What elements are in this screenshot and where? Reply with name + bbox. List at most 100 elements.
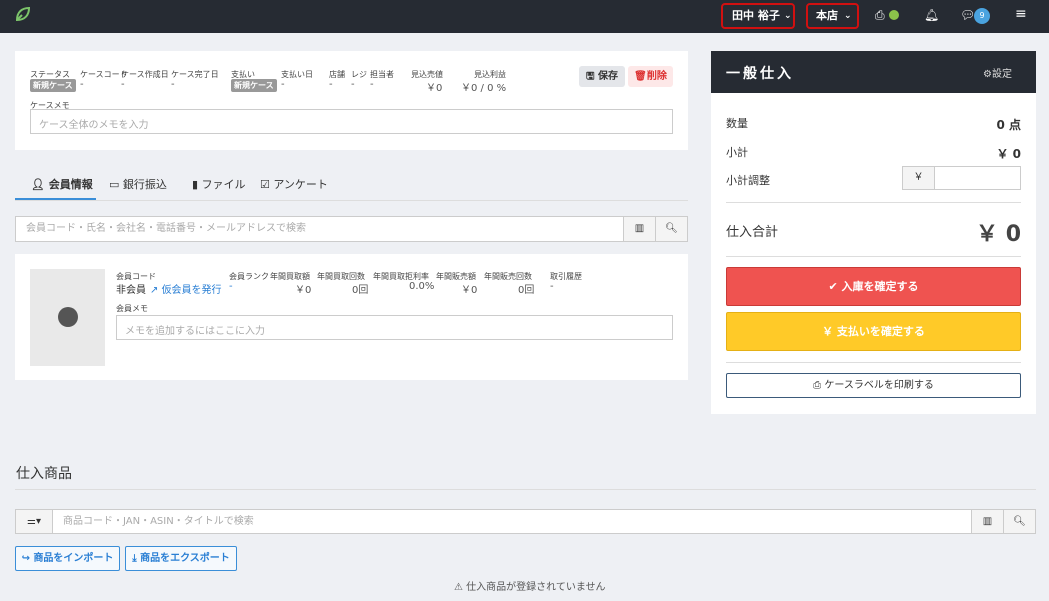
checkbox-icon: ☑: [260, 178, 274, 191]
member-memo-label: 会員メモ: [116, 304, 148, 313]
download-icon: ⤓: [132, 553, 141, 564]
register-value: -: [351, 79, 355, 90]
top-bar: 田中 裕子 ⌄ 本店 ⌄ ⎙ 🔔︎ 💬︎ 9 ≡: [0, 0, 1049, 33]
purchase-panel-header: 一般仕入 ⚙設定: [711, 51, 1036, 93]
settings-button[interactable]: ⚙設定: [983, 65, 1012, 80]
case-created-value: -: [121, 79, 125, 90]
case-created-label: ケース作成日: [121, 70, 169, 79]
save-button[interactable]: 🖫︎ 保存: [579, 66, 625, 87]
store-menu-button[interactable]: 本店 ⌄: [806, 3, 859, 29]
barcode-icon: ▥: [982, 516, 993, 527]
products-heading: 仕入商品: [16, 466, 72, 482]
import-label: 商品をインポート: [33, 553, 114, 564]
tab-member-info[interactable]: 👤︎ 会員情報: [31, 176, 93, 192]
member-search-input[interactable]: 会員コード・氏名・会社名・電話番号・メールアドレスで検索: [15, 216, 624, 242]
subtotal-value: ￥ 0: [996, 147, 1021, 161]
gear-icon: ⚙: [983, 69, 992, 80]
barcode-button[interactable]: ▥: [623, 216, 656, 242]
delete-label: 削除: [646, 71, 667, 82]
est-sales-value: ￥0: [426, 83, 443, 94]
payment-date-label: 支払い日: [281, 70, 313, 79]
tab-survey[interactable]: ☑ アンケート: [260, 176, 328, 192]
annual-sales-count-value: 0回: [518, 285, 535, 296]
tab-bank-transfer[interactable]: ▭ 銀行振込: [109, 176, 167, 192]
member-search-button[interactable]: 🔍︎: [655, 216, 688, 242]
printer-icon: ⎙: [813, 380, 825, 391]
app-logo-icon[interactable]: [14, 6, 31, 23]
save-label: 保存: [598, 71, 618, 82]
check-icon: ✔: [828, 280, 842, 293]
temp-member-link-label: 仮会員を発行: [161, 285, 222, 296]
annual-buy-count-value: 0回: [352, 285, 369, 296]
tab-label: ファイル: [201, 178, 246, 191]
filter-dropdown-button[interactable]: ⚌▾: [15, 509, 53, 534]
chat-icon[interactable]: 💬︎: [960, 8, 975, 22]
subtotal-adjust-input[interactable]: [934, 166, 1021, 190]
trash-icon: 🗑︎: [634, 71, 647, 82]
history-value: -: [550, 281, 554, 292]
chevron-down-icon: ⌄: [844, 11, 852, 21]
empty-products-message: ⚠ 仕入商品が登録されていません: [454, 578, 606, 593]
sliders-icon: ⚌▾: [27, 516, 41, 527]
search-icon: 🔍︎: [665, 223, 678, 234]
printer-icon[interactable]: ⎙: [875, 8, 885, 23]
product-search-button[interactable]: 🔍︎: [1003, 509, 1036, 534]
staff-value: -: [370, 79, 374, 90]
divider: [726, 202, 1021, 203]
confirm-payment-button[interactable]: ￥ 支払いを確定する: [726, 312, 1021, 351]
printer-status-dot: [889, 10, 899, 20]
annual-reject-rate-value: 0.0%: [409, 281, 435, 292]
rank-value: -: [229, 281, 233, 292]
history-label: 取引履歴: [550, 272, 582, 281]
currency-addon: ￥: [902, 166, 935, 190]
quantity-value: 0 点: [996, 118, 1021, 132]
save-icon: 🖫︎: [585, 71, 595, 82]
quantity-label: 数量: [726, 117, 748, 130]
bell-icon[interactable]: 🔔︎: [924, 8, 939, 22]
purchase-type-title: 一般仕入: [726, 66, 794, 82]
subtotal-adjust-label: 小計調整: [726, 174, 770, 187]
subtotal-label: 小計: [726, 146, 748, 159]
payment-date-value: -: [281, 79, 285, 90]
notification-badge: 9: [974, 8, 990, 24]
export-products-button[interactable]: ⤓ 商品をエクスポート: [125, 546, 237, 571]
menu-icon[interactable]: ≡: [1015, 6, 1027, 22]
temp-member-link[interactable]: ↗ 仮会員を発行: [150, 281, 222, 296]
confirm-stock-button[interactable]: ✔ 入庫を確定する: [726, 267, 1021, 306]
member-code-value: 非会員: [116, 285, 146, 296]
print-label: ケースラベルを印刷する: [824, 380, 934, 391]
print-case-label-button[interactable]: ⎙ ケースラベルを印刷する: [726, 373, 1021, 398]
case-completed-value: -: [171, 79, 175, 90]
case-code-value: -: [80, 79, 84, 90]
confirm-stock-label: 入庫を確定する: [841, 280, 919, 293]
warning-icon: ⚠: [454, 582, 467, 593]
external-link-icon: ↗: [150, 285, 162, 296]
barcode-icon: ▥: [634, 223, 645, 234]
case-memo-input[interactable]: ケース全体のメモを入力: [30, 109, 673, 134]
delete-button[interactable]: 🗑︎削除: [628, 66, 673, 87]
product-barcode-button[interactable]: ▥: [971, 509, 1004, 534]
total-label: 仕入合計: [726, 225, 779, 240]
empty-message-text: 仕入商品が登録されていません: [466, 582, 606, 593]
user-name: 田中 裕子: [732, 9, 780, 22]
money-icon: ▭: [109, 178, 123, 191]
payment-badge: 新規ケース: [231, 79, 277, 92]
import-products-button[interactable]: ↪ 商品をインポート: [15, 546, 120, 571]
export-label: 商品をエクスポート: [140, 553, 230, 564]
settings-label: 設定: [991, 69, 1012, 80]
annual-sales-amount-value: ￥0: [461, 285, 478, 296]
tab-divider: [15, 200, 688, 201]
chevron-down-icon: ⌄: [784, 11, 792, 21]
shop-value: -: [329, 79, 333, 90]
tab-files[interactable]: ▮ ファイル: [192, 176, 246, 192]
tab-label: 会員情報: [48, 178, 93, 191]
est-profit-value: ￥0 / 0 %: [461, 83, 507, 94]
share-icon: ↪: [21, 553, 34, 564]
member-memo-input[interactable]: メモを追加するにはここに入力: [116, 315, 673, 340]
file-icon: ▮: [192, 178, 202, 191]
product-search-input[interactable]: 商品コード・JAN・ASIN・タイトルで検索: [52, 509, 972, 534]
divider: [726, 362, 1021, 363]
rank-label: 会員ランク: [229, 272, 269, 281]
user-menu-button[interactable]: 田中 裕子 ⌄: [721, 3, 795, 29]
user-avatar-icon: [58, 307, 78, 327]
